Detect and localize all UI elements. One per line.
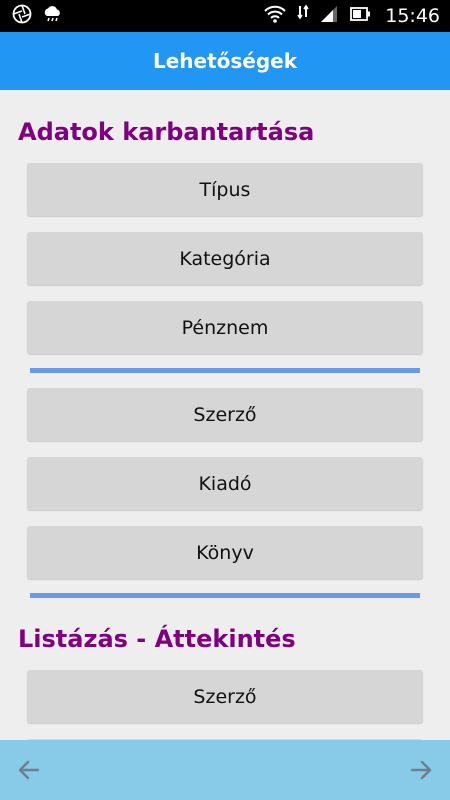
status-bar: 15:46 — [0, 0, 450, 32]
button-tipus[interactable]: Típus — [27, 163, 423, 216]
app-bar: Lehetőségek — [0, 32, 450, 90]
bottom-nav-bar — [0, 740, 450, 800]
button-kiado[interactable]: Kiadó — [27, 457, 423, 510]
section-divider — [30, 593, 420, 598]
arrow-left-icon[interactable] — [14, 755, 44, 785]
status-time: 15:46 — [385, 5, 440, 27]
section-divider — [30, 368, 420, 373]
battery-icon — [349, 4, 371, 29]
arrow-right-icon[interactable] — [406, 755, 436, 785]
section-title-maintenance: Adatok karbantartása — [18, 118, 315, 146]
wifi-icon — [263, 4, 287, 29]
no-sim-icon — [297, 4, 309, 29]
signal-icon — [319, 4, 339, 29]
button-konyv[interactable]: Könyv — [27, 526, 423, 579]
section-title-listing: Listázás - Áttekintés — [18, 625, 296, 653]
weather-icon — [42, 4, 64, 29]
app-title: Lehetőségek — [152, 49, 298, 73]
button-list-szerzo[interactable]: Szerző — [27, 670, 423, 723]
aperture-icon — [12, 4, 32, 29]
status-left — [12, 4, 64, 29]
options-content[interactable]: Adatok karbantartása Típus Kategória Pén… — [0, 90, 450, 740]
button-penznem[interactable]: Pénznem — [27, 301, 423, 354]
button-szerzo[interactable]: Szerző — [27, 388, 423, 441]
button-kategoria[interactable]: Kategória — [27, 232, 423, 285]
status-right: 15:46 — [263, 4, 440, 29]
